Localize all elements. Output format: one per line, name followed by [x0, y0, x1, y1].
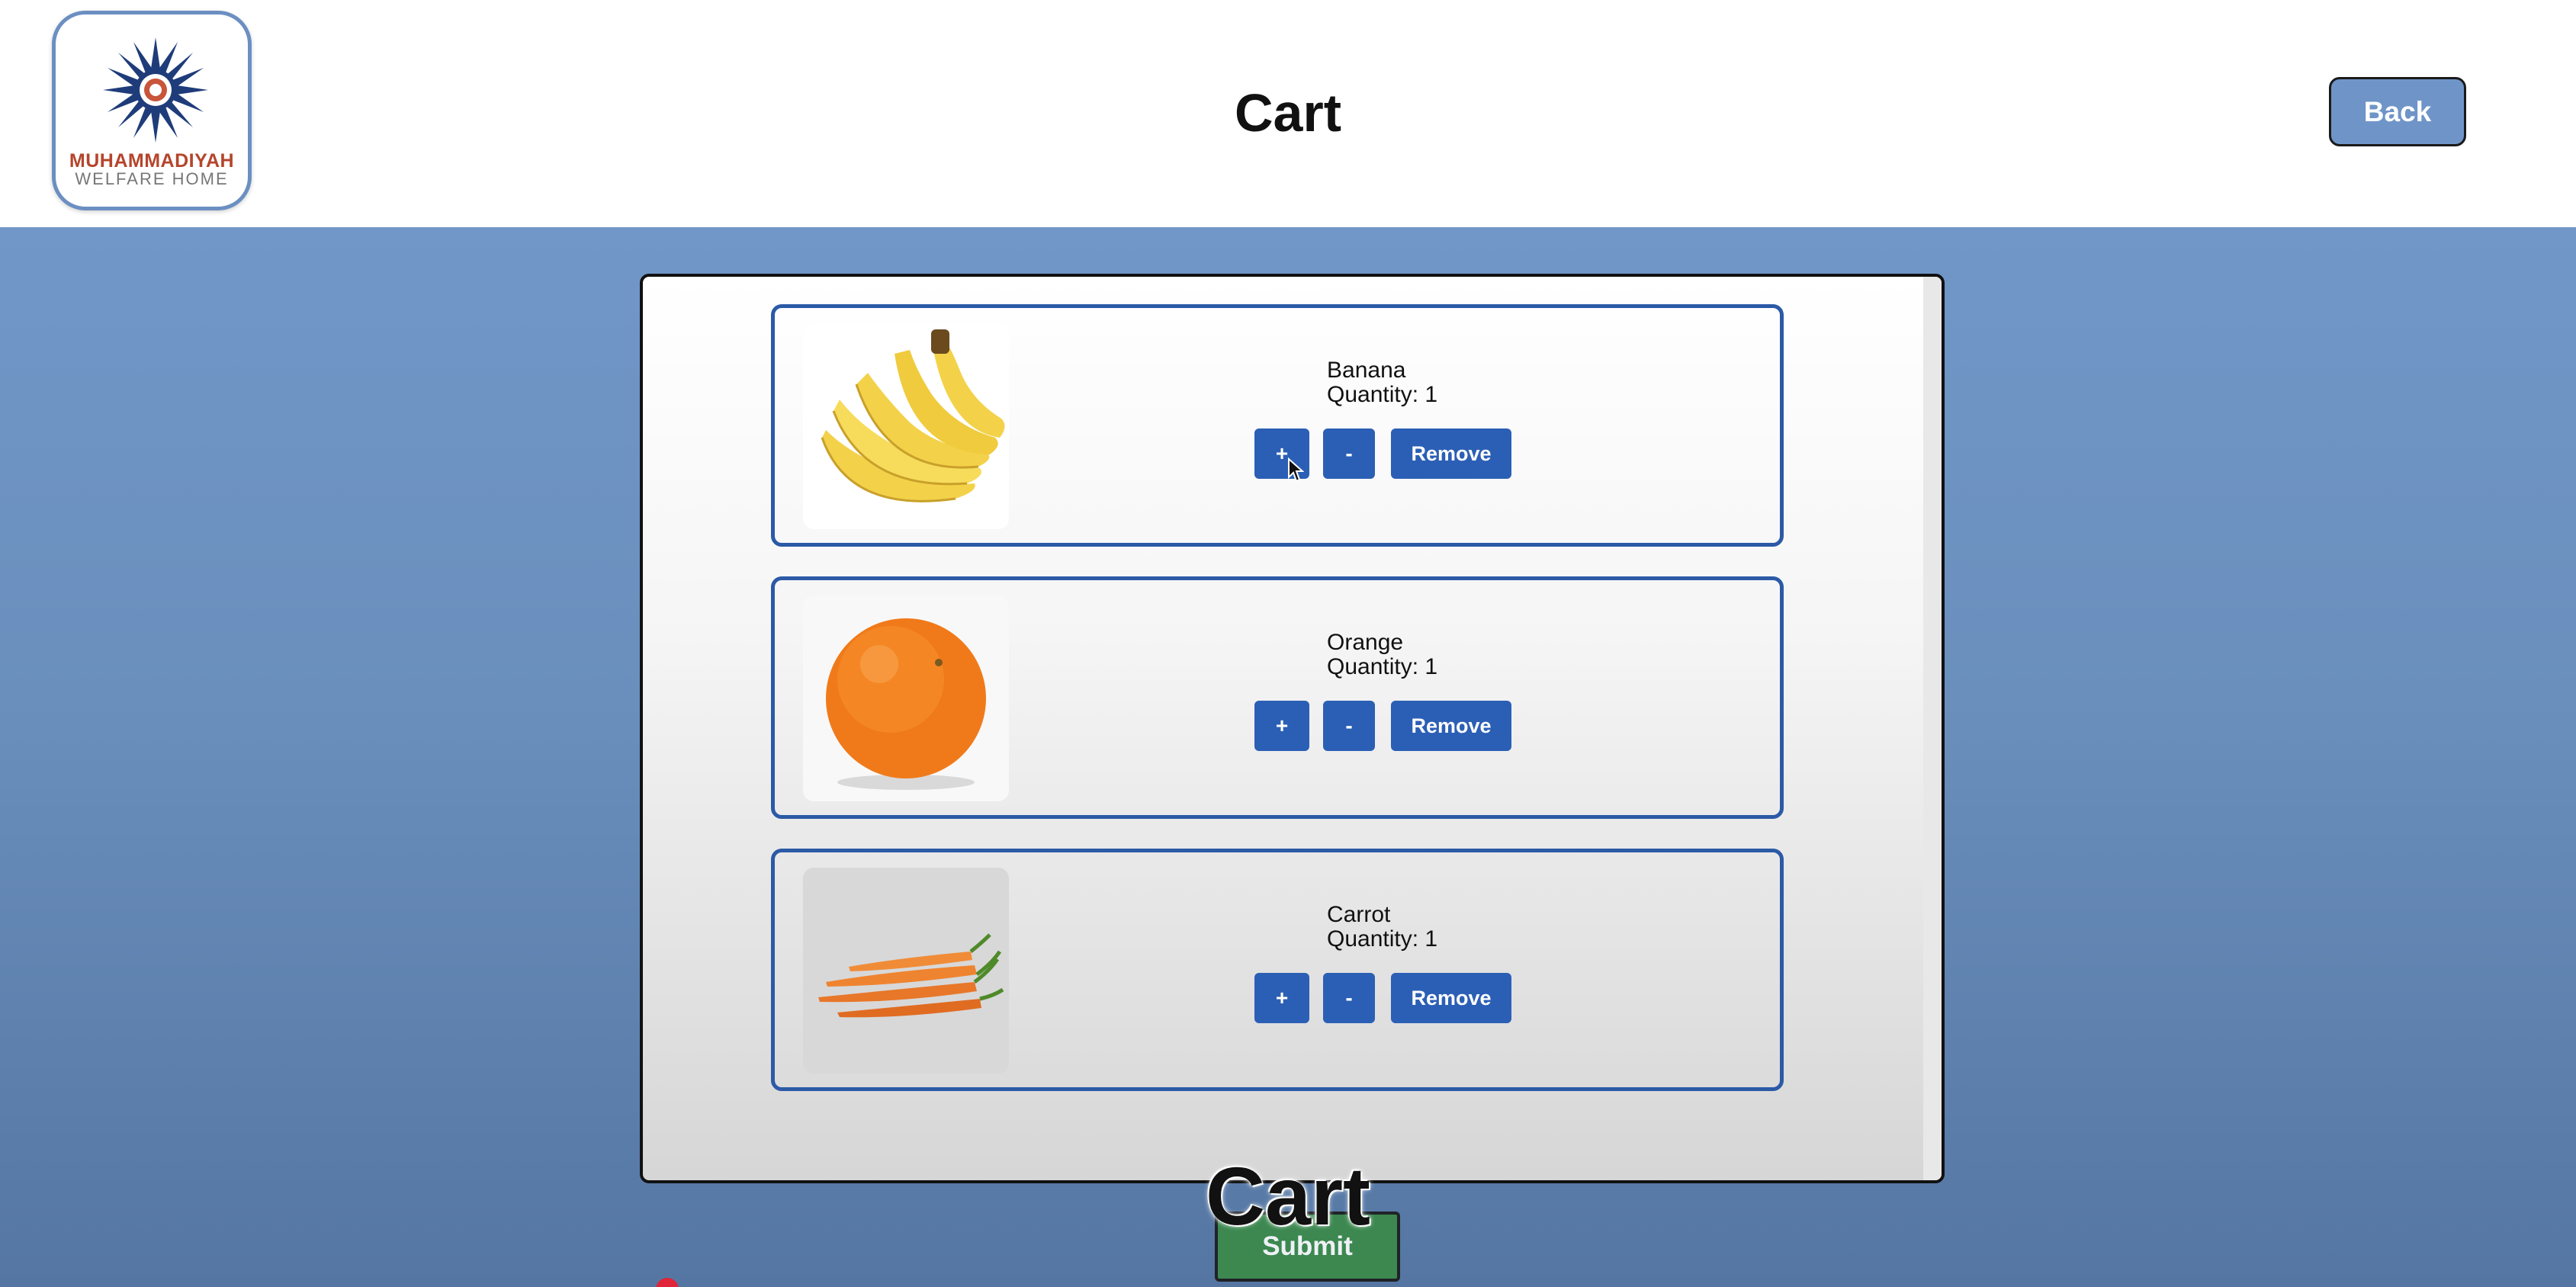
remove-item-button[interactable]: Remove — [1391, 701, 1511, 751]
decrease-quantity-button[interactable]: - — [1323, 428, 1375, 479]
remove-item-button[interactable]: Remove — [1391, 428, 1511, 479]
orange-image — [803, 595, 1009, 801]
cart-panel: Banana Quantity: 1 + - Remove Orange Qua… — [640, 274, 1945, 1183]
logo-text-line2: WELFARE HOME — [75, 169, 229, 188]
item-name: Carrot — [1327, 902, 1391, 927]
banana-image — [803, 323, 1009, 529]
overlay-caption: Cart — [1205, 1150, 1371, 1242]
decrease-quantity-button[interactable]: - — [1323, 973, 1375, 1023]
quantity-value: 1 — [1425, 926, 1438, 952]
item-quantity: Quantity: 1 — [1327, 654, 1437, 680]
back-button[interactable]: Back — [2329, 77, 2466, 146]
quantity-label: Quantity: — [1327, 926, 1419, 952]
carrot-image — [803, 868, 1009, 1074]
page-title: Cart — [1234, 83, 1342, 143]
item-quantity: Quantity: 1 — [1327, 382, 1437, 408]
cart-item-carrot: Carrot Quantity: 1 + - Remove — [771, 849, 1784, 1091]
quantity-value: 1 — [1425, 654, 1438, 679]
quantity-value: 1 — [1425, 382, 1438, 407]
cart-item-orange: Orange Quantity: 1 + - Remove — [771, 576, 1784, 819]
quantity-label: Quantity: — [1327, 382, 1419, 407]
mouse-cursor-icon — [1288, 457, 1304, 483]
header: MUHAMMADIYAH WELFARE HOME Cart Back — [0, 0, 2576, 227]
item-name: Banana — [1327, 358, 1406, 383]
item-quantity: Quantity: 1 — [1327, 926, 1437, 952]
scrollbar[interactable] — [1923, 277, 1942, 1180]
item-name: Orange — [1327, 630, 1404, 655]
remove-item-button[interactable]: Remove — [1391, 973, 1511, 1023]
quantity-label: Quantity: — [1327, 654, 1419, 679]
cart-item-banana: Banana Quantity: 1 + - Remove — [771, 304, 1784, 547]
decrease-quantity-button[interactable]: - — [1323, 701, 1375, 751]
increase-quantity-button[interactable]: + — [1254, 701, 1309, 751]
increase-quantity-button[interactable]: + — [1254, 973, 1309, 1023]
